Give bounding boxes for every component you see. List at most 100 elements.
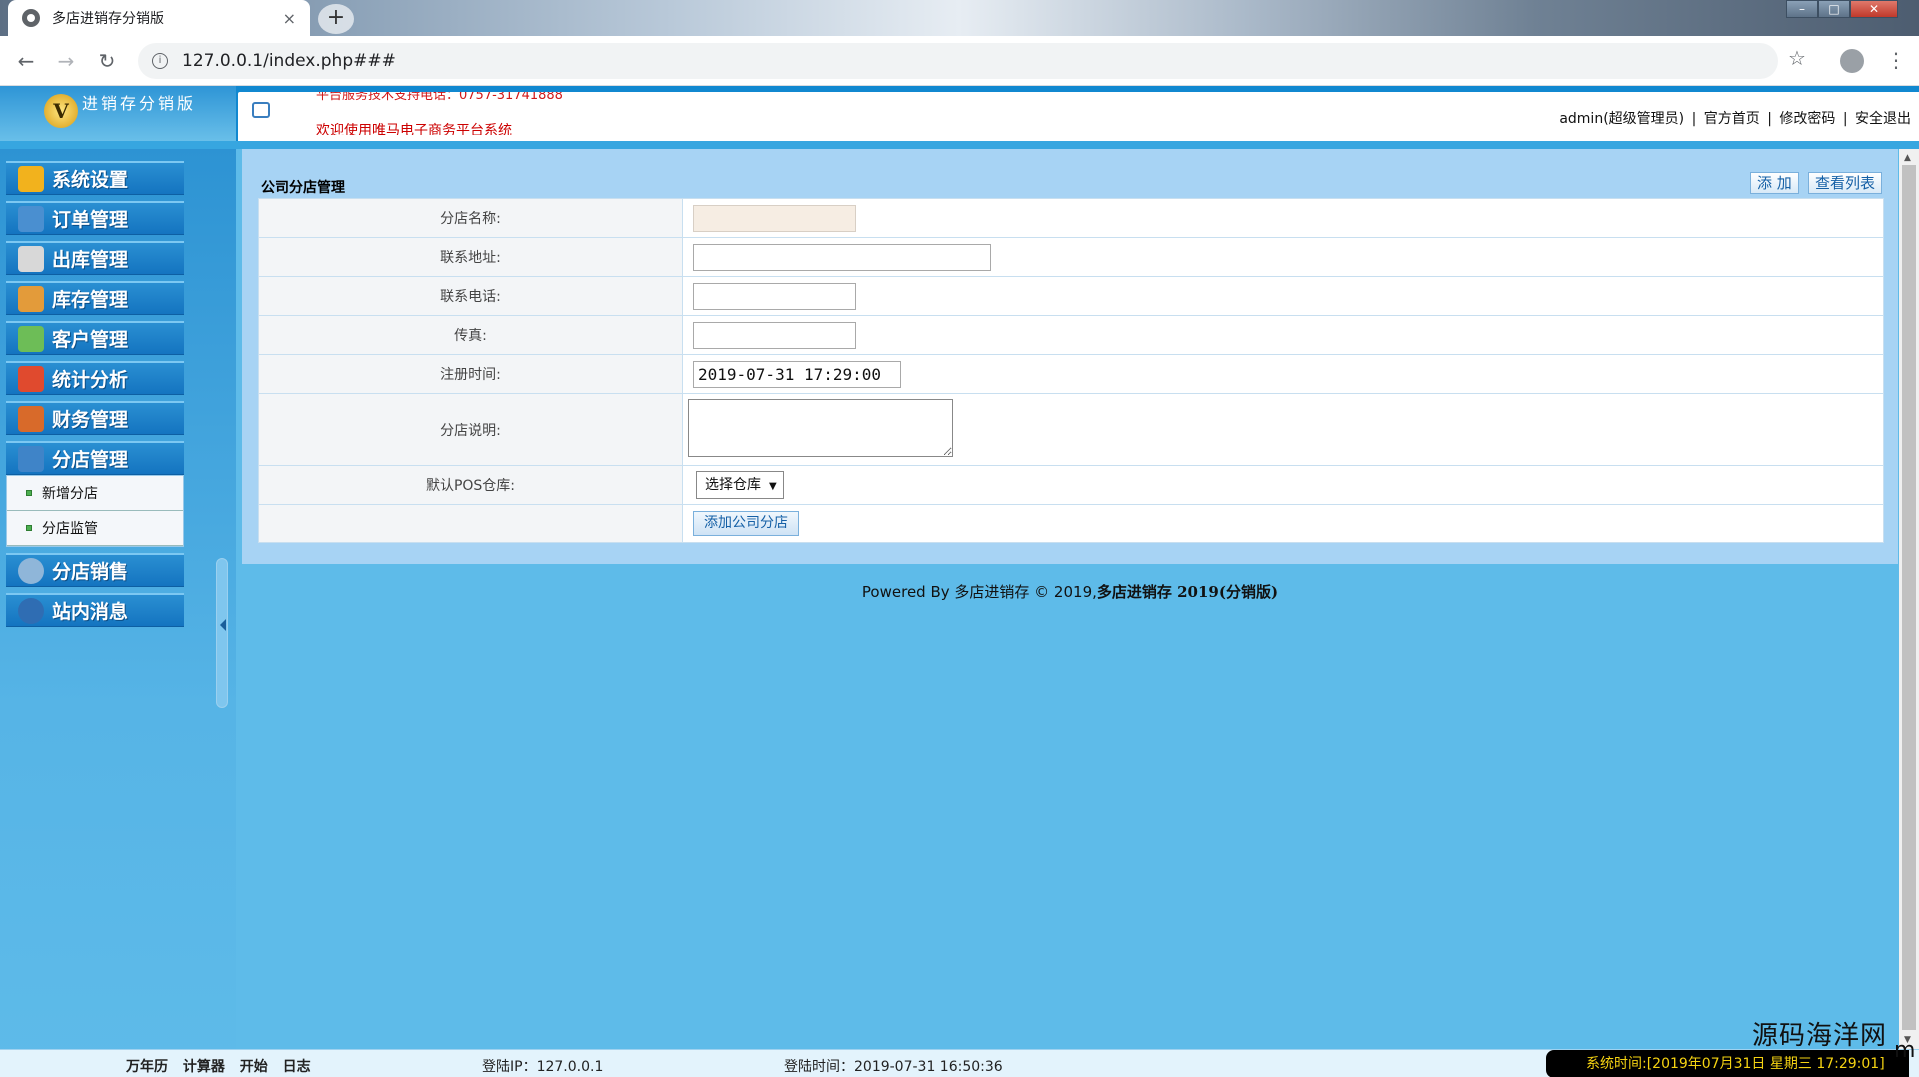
app-header: V 进销存分销版 平台服务技术支持电话：0757-31741888 欢迎使用唯马… — [0, 86, 1919, 141]
add-button[interactable]: 添 加 — [1750, 172, 1799, 194]
description-textarea[interactable] — [688, 398, 953, 457]
gear-icon — [18, 557, 44, 584]
ledger-icon — [18, 405, 44, 432]
login-time: 登陆时间：2019-07-31 16:50:36 — [784, 1059, 1003, 1075]
browser-tab-strip: 多店进销存分销版 × + – □ ✕ — [0, 0, 1919, 36]
register-time-input[interactable] — [693, 360, 901, 388]
sidebar-item-messages[interactable]: 站内消息 — [6, 593, 184, 627]
branches-submenu: 新增分店 分店监管 — [6, 475, 184, 547]
form-row: 传真: — [258, 315, 1884, 355]
login-ip: 登陆IP：127.0.0.1 — [482, 1059, 604, 1075]
logout-link[interactable]: 安全退出 — [1855, 111, 1911, 127]
sidebar-item-customers[interactable]: 客户管理 — [6, 321, 184, 355]
maximize-icon[interactable]: □ — [1818, 0, 1850, 18]
form-row: 联系地址: — [258, 237, 1884, 277]
form-row: 注册时间: — [258, 354, 1884, 394]
sidebar-item-branches[interactable]: 分店管理 — [6, 441, 184, 475]
branch-icon — [18, 445, 44, 472]
marquee-text: 欢迎使用唯马电子商务平台系统 — [316, 123, 512, 135]
scroll-thumb[interactable] — [1902, 165, 1916, 1030]
logo: V 进销存分销版 — [0, 86, 236, 141]
browser-tab[interactable]: 多店进销存分销版 × — [8, 0, 310, 36]
status-bar: 万年历 计算器 开始 日志 登陆IP：127.0.0.1 登陆时间：2019-0… — [0, 1049, 1919, 1077]
home-link[interactable]: 官方首页 — [1704, 111, 1760, 127]
dropdown-caret-icon: ▼ — [769, 481, 777, 492]
warehouse-select[interactable]: 选择仓库 ▼ — [696, 471, 784, 499]
sidebar-item-inventory[interactable]: 库存管理 — [6, 281, 184, 315]
current-user: admin(超级管理员) — [1559, 111, 1685, 127]
contacts-icon — [18, 325, 44, 352]
wrench-icon — [18, 165, 44, 192]
scroll-up-icon[interactable]: ▲ — [1904, 153, 1911, 163]
window-close-icon[interactable]: ✕ — [1850, 0, 1898, 18]
logo-badge-icon: V — [44, 94, 78, 128]
url-field[interactable]: i 127.0.0.1/index.php### — [138, 43, 1778, 79]
site-info-icon[interactable]: i — [152, 53, 168, 69]
computer-icon — [18, 205, 44, 232]
sidebar-item-orders[interactable]: 订单管理 — [6, 201, 184, 235]
fax-label: 传真: — [258, 315, 683, 355]
fax-input[interactable] — [693, 321, 856, 349]
minimize-icon[interactable]: – — [1786, 0, 1818, 18]
user-links: admin(超级管理员) | 官方首页 | 修改密码 | 安全退出 — [1559, 111, 1911, 127]
truck-icon — [18, 285, 44, 312]
sidebar-item-outbound[interactable]: 出库管理 — [6, 241, 184, 275]
profile-avatar[interactable] — [1840, 49, 1864, 73]
phone-label: 联系电话: — [258, 276, 683, 316]
url-text: 127.0.0.1/index.php### — [182, 51, 396, 71]
page-scrollbar[interactable]: ▲ ▼ — [1899, 149, 1919, 1049]
tools-links: 万年历 计算器 开始 日志 — [126, 1056, 321, 1076]
start-link[interactable]: 开始 — [240, 1059, 268, 1075]
address-input[interactable] — [693, 243, 991, 271]
submenu-item-add-branch[interactable]: 新增分店 — [7, 476, 183, 511]
watermark-tail: m — [1894, 1038, 1916, 1063]
new-tab-button[interactable]: + — [318, 4, 354, 34]
branch-name-input[interactable] — [693, 204, 856, 232]
calculator-link[interactable]: 计算器 — [183, 1059, 225, 1075]
logo-text: 进销存分销版 — [82, 94, 197, 113]
sidebar-item-system-settings[interactable]: 系统设置 — [6, 161, 184, 195]
main-panel: 公司分店管理 添 加 查看列表 分店名称: 联系地址: 联系电话: 传真: 注册… — [242, 149, 1898, 564]
bullet-icon — [26, 490, 32, 496]
sidebar-scrollbar[interactable] — [216, 558, 228, 708]
sidebar: 系统设置 订单管理 出库管理 库存管理 客户管理 统计分析 财务管理 分店管理 — [0, 149, 236, 1077]
change-password-link[interactable]: 修改密码 — [1779, 111, 1835, 127]
submenu-item-branch-monitor[interactable]: 分店监管 — [7, 511, 183, 546]
header-panel: 平台服务技术支持电话：0757-31741888 欢迎使用唯马电子商务平台系统 … — [238, 92, 1919, 141]
sidebar-item-branch-sales[interactable]: 分店销售 — [6, 553, 184, 587]
phone-input[interactable] — [693, 282, 856, 310]
forward-icon[interactable]: → — [51, 46, 81, 76]
bookmark-star-icon[interactable]: ☆ — [1788, 46, 1806, 70]
barchart-icon — [18, 365, 44, 392]
address-bar: ← → ↻ i 127.0.0.1/index.php### ☆ ⋮ — [0, 36, 1919, 86]
submit-add-branch-button[interactable]: 添加公司分店 — [693, 511, 799, 536]
powered-by: Powered By 多店进销存 © 2019,多店进销存 2019(分销版) — [861, 583, 1279, 601]
sidebar-item-finance[interactable]: 财务管理 — [6, 401, 184, 435]
form-row: 默认POS仓库: 选择仓库 ▼ — [258, 465, 1884, 505]
view-list-button[interactable]: 查看列表 — [1808, 172, 1883, 194]
form-row: 添加公司分店 — [258, 504, 1884, 543]
globe-icon — [22, 9, 40, 27]
browser-menu-icon[interactable]: ⋮ — [1886, 46, 1906, 74]
close-tab-icon[interactable]: × — [283, 9, 296, 28]
collapse-arrow-icon[interactable] — [220, 619, 226, 631]
name-label: 分店名称: — [258, 198, 683, 238]
form-row: 分店说明: — [258, 393, 1884, 466]
form-row: 分店名称: — [258, 198, 1884, 238]
back-icon[interactable]: ← — [11, 46, 41, 76]
info-icon — [18, 597, 44, 624]
building-icon — [18, 245, 44, 272]
form-row: 联系电话: — [258, 276, 1884, 316]
marquee-top: 平台服务技术支持电话：0757-31741888 — [316, 88, 563, 103]
desc-label: 分店说明: — [258, 393, 683, 466]
window-controls: – □ ✕ — [1786, 0, 1898, 18]
tab-title: 多店进销存分销版 — [52, 11, 164, 27]
watermark: 源码海洋网 — [1752, 1021, 1888, 1051]
reload-icon[interactable]: ↻ — [92, 46, 122, 76]
calendar-link[interactable]: 万年历 — [126, 1059, 168, 1075]
log-link[interactable]: 日志 — [283, 1059, 311, 1075]
regtime-label: 注册时间: — [258, 354, 683, 394]
notice-icon — [252, 102, 270, 118]
page-title: 公司分店管理 — [261, 180, 345, 196]
sidebar-item-statistics[interactable]: 统计分析 — [6, 361, 184, 395]
